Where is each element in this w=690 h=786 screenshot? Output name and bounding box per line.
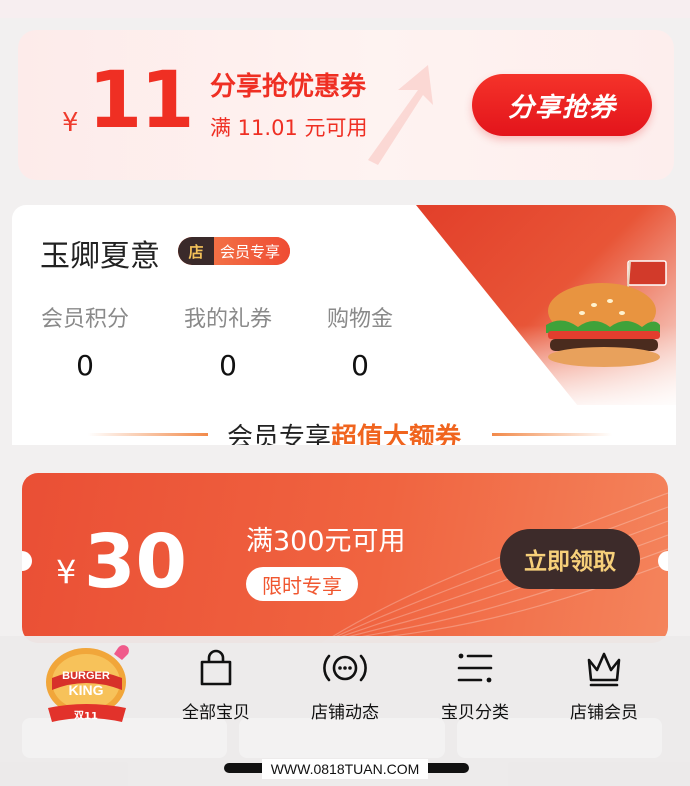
store-name: 玉卿夏意 <box>40 239 160 274</box>
nav-label: 宝贝分类 <box>441 703 509 723</box>
svg-text:BURGER: BURGER <box>62 670 110 682</box>
stat-shopping-gold[interactable]: 购物金 0 <box>305 301 415 382</box>
stat-value: 0 <box>76 349 94 382</box>
stat-value: 0 <box>219 349 237 382</box>
shop-icon: 店 <box>178 237 214 265</box>
coupon-amount: 30 <box>84 519 187 605</box>
coupon-currency: ¥ <box>56 553 77 591</box>
nav-store-news[interactable]: 店铺动态 <box>290 648 400 723</box>
stat-label: 我的礼券 <box>183 307 272 332</box>
member-card: 玉卿夏意 店 会员专享 会员积分 0 我的礼券 0 购物金 0 会员专享超值大额… <box>12 205 676 445</box>
share-grab-button[interactable]: 分享抢券 <box>472 74 652 136</box>
nav-label: 店铺会员 <box>570 703 638 723</box>
burger-king-logo[interactable]: BURGER KING 双11 <box>40 642 136 726</box>
watermark-text: WWW.0818TUAN.COM <box>262 759 428 779</box>
stat-label: 会员积分 <box>40 307 129 332</box>
broadcast-icon <box>323 654 367 682</box>
nav-all-items[interactable]: 全部宝贝 <box>161 648 271 723</box>
top-strip <box>0 0 690 18</box>
stat-points[interactable]: 会员积分 0 <box>30 301 140 382</box>
crown-icon <box>587 652 621 687</box>
member-badge: 店 会员专享 <box>178 237 291 265</box>
list-icon <box>457 653 493 683</box>
member-badge-label: 会员专享 <box>214 237 291 265</box>
bag-icon <box>200 649 232 686</box>
nav-categories[interactable]: 宝贝分类 <box>420 648 530 723</box>
coupon-condition: 满300元可用 <box>246 526 406 557</box>
limited-tag: 限时专享 <box>246 567 358 601</box>
svg-text:双11: 双11 <box>74 710 98 722</box>
nav-store-member[interactable]: 店铺会员 <box>549 648 659 723</box>
share-title: 分享抢优惠券 <box>210 72 367 102</box>
stat-label: 购物金 <box>326 307 393 332</box>
claim-coupon-button[interactable]: 立即领取 <box>500 529 640 589</box>
member-coupon: ¥ 30 满300元可用 限时专享 立即领取 <box>22 473 668 643</box>
nav-label: 全部宝贝 <box>182 703 250 723</box>
svg-text:KING: KING <box>69 682 104 698</box>
share-condition: 满 11.01 元可用 <box>210 116 368 140</box>
share-coupon-card: ¥ 11 分享抢优惠券 满 11.01 元可用 分享抢券 <box>18 30 674 180</box>
stat-coupons[interactable]: 我的礼券 0 <box>173 301 283 382</box>
stat-value: 0 <box>351 349 369 382</box>
burger-icon <box>546 260 667 367</box>
nav-label: 店铺动态 <box>311 703 379 723</box>
share-amount: 11 <box>88 56 195 146</box>
section-title-prefix: 会员专享 <box>226 423 331 445</box>
section-title: 会员专享超值大额券 <box>12 417 676 445</box>
share-currency: ¥ <box>62 108 79 138</box>
section-title-highlight: 超值大额券 <box>331 423 462 445</box>
